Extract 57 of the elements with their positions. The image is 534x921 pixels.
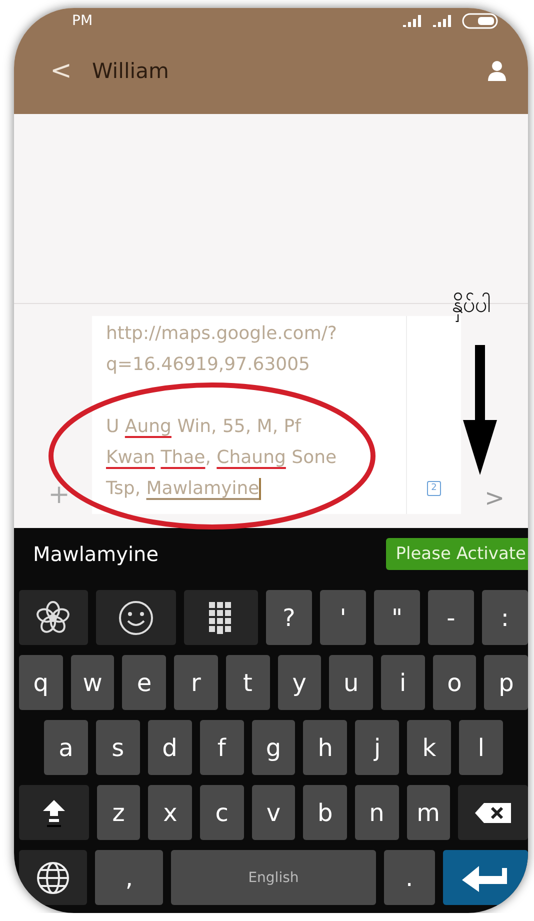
key[interactable]: y (278, 655, 322, 710)
key[interactable]: : (482, 590, 528, 645)
key[interactable]: a (44, 720, 88, 775)
contact-name: William (92, 58, 170, 83)
backspace-icon (474, 802, 512, 824)
key[interactable]: t (226, 655, 270, 710)
enter-icon (461, 864, 510, 892)
key[interactable]: l (459, 720, 504, 775)
key[interactable]: q (19, 655, 63, 710)
key[interactable]: g (252, 720, 296, 775)
status-time: PM (72, 13, 93, 29)
key[interactable]: ' (320, 590, 366, 645)
key[interactable]: u (329, 655, 373, 710)
key[interactable]: m (406, 785, 450, 840)
key[interactable]: . (384, 850, 435, 905)
key[interactable]: r (174, 655, 218, 710)
key[interactable]: z (96, 785, 140, 840)
signal-icon (402, 14, 424, 28)
enter-key[interactable] (442, 850, 528, 905)
suggestion-word[interactable]: Mawlamyine (33, 542, 159, 566)
key[interactable]: k (407, 720, 452, 775)
key[interactable]: c (200, 785, 244, 840)
annotation-label: နှိပ်ပါ (452, 290, 491, 323)
numpad-icon (209, 602, 234, 634)
space-key[interactable]: English (171, 850, 376, 905)
smiley-icon (118, 600, 154, 636)
key[interactable]: o (432, 655, 476, 710)
globe-icon (36, 860, 70, 894)
person-icon[interactable] (488, 60, 506, 81)
key[interactable]: ? (266, 590, 312, 645)
shift-key[interactable] (19, 785, 89, 840)
key[interactable]: - (428, 590, 474, 645)
key[interactable]: " (374, 590, 420, 645)
key[interactable]: d (148, 720, 192, 775)
key[interactable]: x (148, 785, 192, 840)
key[interactable]: f (200, 720, 244, 775)
flower-icon (36, 600, 70, 634)
backspace-key[interactable] (458, 785, 528, 840)
numpad-key[interactable] (184, 590, 258, 645)
signal-icon (432, 14, 454, 28)
key[interactable]: s (96, 720, 140, 775)
key[interactable]: w (70, 655, 114, 710)
message-counter: 2 (427, 481, 441, 496)
key[interactable]: b (303, 785, 347, 840)
key[interactable]: p (484, 655, 528, 710)
key[interactable]: i (380, 655, 425, 710)
key[interactable]: , (95, 850, 164, 905)
key[interactable]: n (354, 785, 399, 840)
key[interactable]: h (303, 720, 348, 775)
shift-icon (40, 798, 67, 828)
flower-key[interactable] (19, 590, 88, 645)
key[interactable]: e (122, 655, 166, 710)
emoji-key[interactable] (96, 590, 176, 645)
globe-key[interactable] (19, 850, 88, 905)
key[interactable]: j (355, 720, 400, 775)
key[interactable]: v (252, 785, 296, 840)
battery-icon (462, 13, 498, 29)
